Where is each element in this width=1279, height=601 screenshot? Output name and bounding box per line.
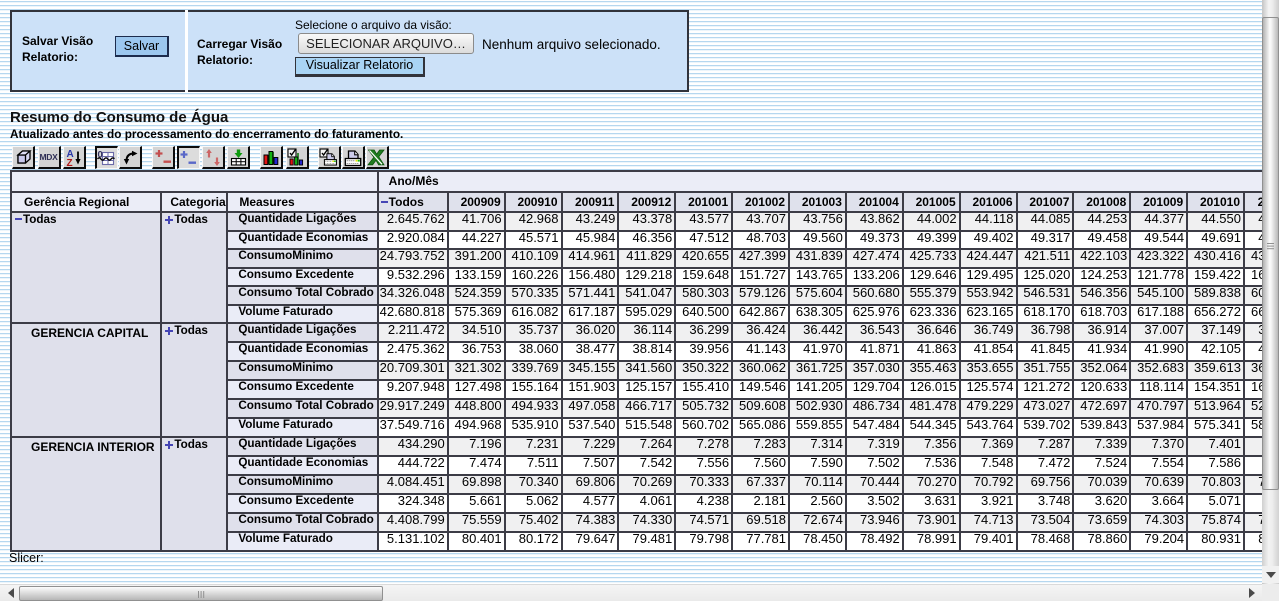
svg-text:Z: Z: [66, 158, 72, 167]
